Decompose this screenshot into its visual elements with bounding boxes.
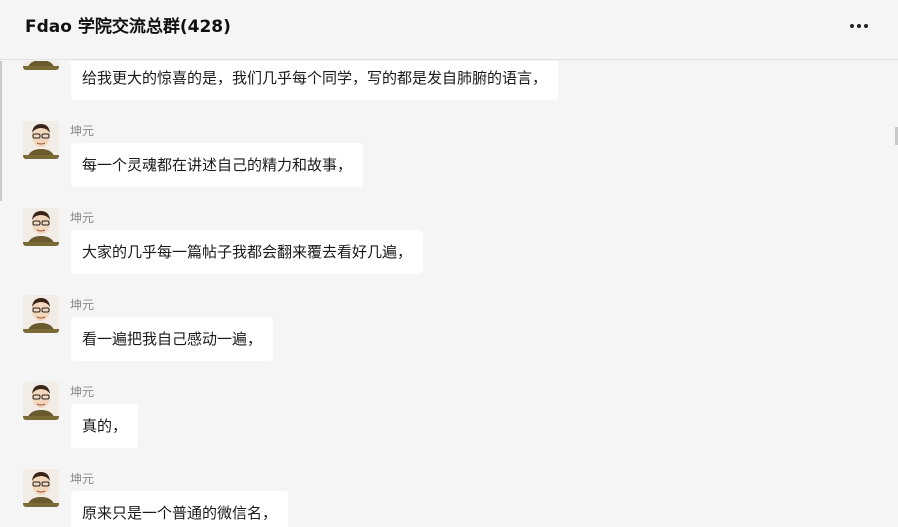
user-avatar-icon — [23, 121, 59, 159]
avatar[interactable] — [23, 295, 59, 333]
message-list[interactable]: 给我更大的惊喜的是，我们几乎每个同学，写的都是发自肺腑的语言， 坤元 每一个灵魂… — [0, 61, 898, 527]
group-title: Fdao 学院交流总群(428) — [25, 17, 231, 37]
avatar[interactable] — [23, 208, 59, 246]
more-dot — [850, 24, 854, 28]
user-avatar-icon — [23, 295, 59, 333]
avatar[interactable] — [23, 121, 59, 159]
message-bubble[interactable]: 真的， — [71, 404, 139, 448]
sender-name[interactable]: 坤元 — [70, 124, 94, 138]
chat-window: Fdao 学院交流总群(428) 给我更大的惊喜的是，我们几乎每个同学，写的都是… — [0, 0, 898, 527]
user-avatar-icon — [23, 469, 59, 507]
avatar[interactable] — [23, 469, 59, 507]
user-avatar-icon — [23, 208, 59, 246]
message-bubble[interactable]: 原来只是一个普通的微信名， — [71, 491, 289, 527]
more-dot — [864, 24, 868, 28]
message-bubble[interactable]: 给我更大的惊喜的是，我们几乎每个同学，写的都是发自肺腑的语言， — [71, 61, 559, 100]
more-options-icon[interactable] — [844, 14, 874, 38]
sender-name[interactable]: 坤元 — [70, 385, 94, 399]
sender-name[interactable]: 坤元 — [70, 298, 94, 312]
sender-name[interactable]: 坤元 — [70, 472, 94, 486]
sender-name[interactable]: 坤元 — [70, 211, 94, 225]
avatar[interactable] — [23, 382, 59, 420]
message-bubble[interactable]: 大家的几乎每一篇帖子我都会翻来覆去看好几遍， — [71, 230, 424, 274]
message-bubble[interactable]: 看一遍把我自己感动一遍， — [71, 317, 274, 361]
avatar[interactable] — [23, 61, 59, 70]
user-avatar-icon — [23, 61, 59, 70]
chat-header: Fdao 学院交流总群(428) — [0, 0, 898, 60]
scroll-indicator-left — [0, 61, 2, 201]
message-bubble[interactable]: 每一个灵魂都在讲述自己的精力和故事， — [71, 143, 364, 187]
more-dot — [857, 24, 861, 28]
user-avatar-icon — [23, 382, 59, 420]
